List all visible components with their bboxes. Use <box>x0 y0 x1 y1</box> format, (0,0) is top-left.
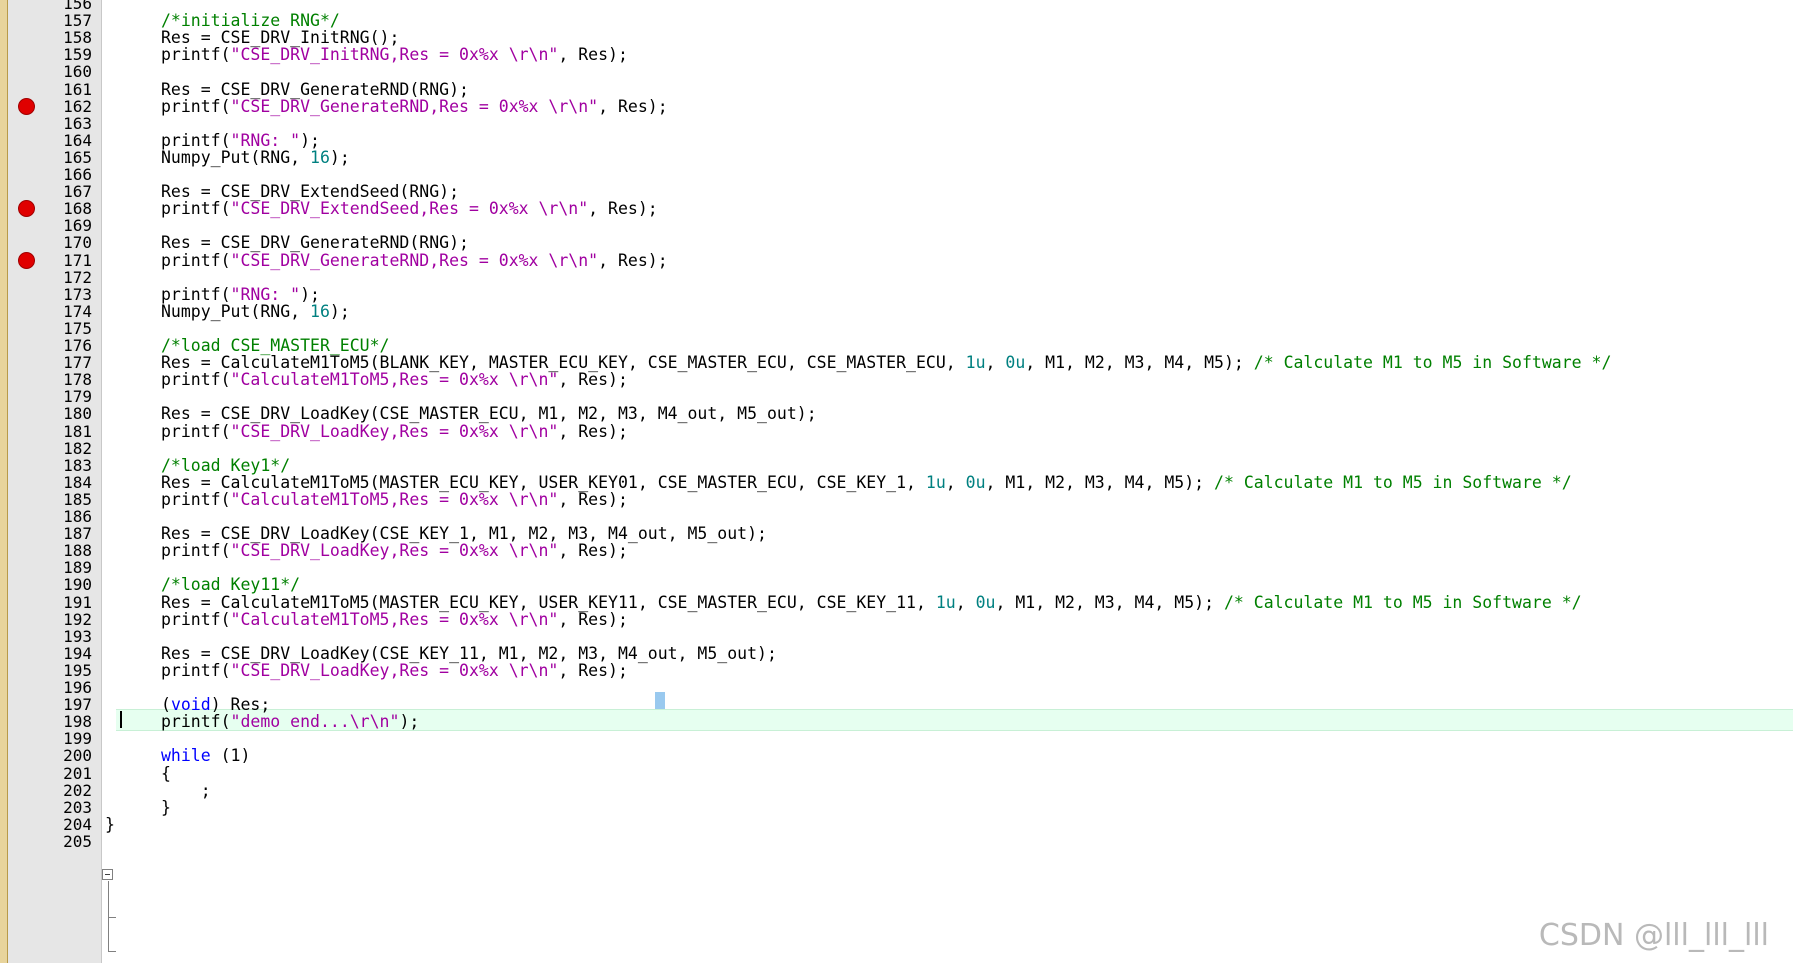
fold-range-line <box>108 881 109 951</box>
fold-collapse-icon[interactable] <box>102 869 113 880</box>
code-line[interactable]: 205 <box>0 832 1793 852</box>
fold-end-marker <box>108 917 116 918</box>
text-caret <box>120 711 122 728</box>
selection-highlight <box>655 692 665 709</box>
breakpoint-icon[interactable] <box>18 97 35 115</box>
breakpoint-icon[interactable] <box>18 200 35 218</box>
fold-end-marker <box>108 951 116 952</box>
line-number: 205 <box>63 831 92 851</box>
breakpoint-icon[interactable] <box>18 251 35 269</box>
csdn-watermark: CSDN @lll_lll_lll <box>1538 918 1769 953</box>
